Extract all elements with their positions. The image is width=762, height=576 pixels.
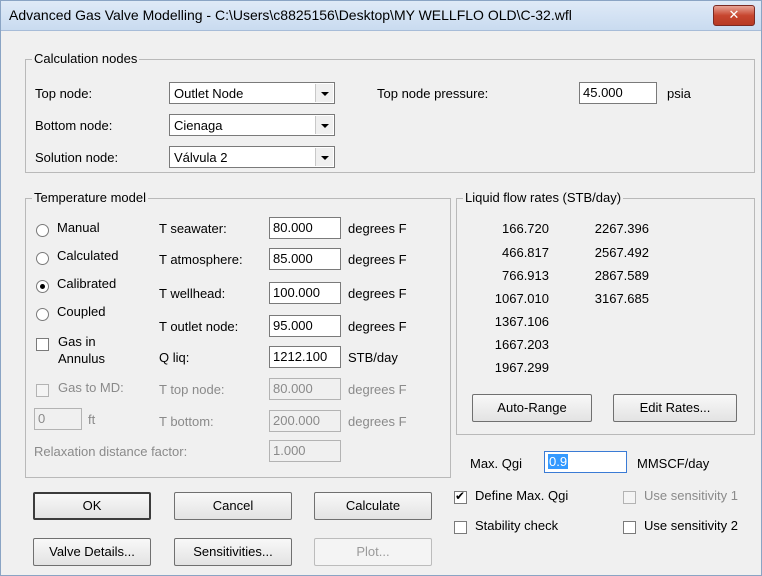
q-liq-unit: STB/day <box>348 350 398 365</box>
define-max-qgi-label[interactable]: Define Max. Qgi <box>475 488 568 503</box>
top-node-value: Outlet Node <box>174 86 244 101</box>
edit-rates-button[interactable]: Edit Rates... <box>613 394 737 422</box>
t-top-node-input[interactable]: 80.000 <box>269 378 341 400</box>
define-max-qgi-checkbox[interactable] <box>454 489 467 504</box>
t-outlet-node-label: T outlet node: <box>159 319 239 334</box>
gas-to-md-checkbox[interactable] <box>36 384 49 397</box>
valve-details-button[interactable]: Valve Details... <box>33 538 151 566</box>
t-bottom-label: T bottom: <box>159 414 214 429</box>
max-qgi-unit: MMSCF/day <box>637 456 710 471</box>
use-sensitivity-1-label: Use sensitivity 1 <box>644 488 738 503</box>
radio-manual[interactable] <box>36 224 49 237</box>
top-node-select[interactable]: Outlet Node <box>169 82 335 104</box>
gas-to-md-label: Gas to MD: <box>58 380 124 395</box>
stability-check-label[interactable]: Stability check <box>475 518 558 533</box>
t-wellhead-input[interactable]: 100.000 <box>269 282 341 304</box>
top-node-pressure-label: Top node pressure: <box>377 86 489 101</box>
gas-to-md-input[interactable]: 0 <box>34 408 82 430</box>
t-seawater-unit: degrees F <box>348 221 407 236</box>
max-qgi-value: 0.9 <box>548 454 569 469</box>
t-top-node-label: T top node: <box>159 382 225 397</box>
auto-range-button[interactable]: Auto-Range <box>472 394 592 422</box>
ok-button[interactable]: OK <box>33 492 151 520</box>
chevron-down-icon[interactable] <box>315 84 333 102</box>
t-seawater-label: T seawater: <box>159 221 227 236</box>
radio-calculated[interactable] <box>36 252 49 265</box>
plot-button[interactable]: Plot... <box>314 538 432 566</box>
q-liq-input[interactable]: 1212.100 <box>269 346 341 368</box>
chevron-down-icon[interactable] <box>315 116 333 134</box>
window-title: Advanced Gas Valve Modelling - C:\Users\… <box>9 7 572 23</box>
rate-value: 766.913 <box>502 268 549 283</box>
relaxation-distance-label: Relaxation distance factor: <box>34 444 188 459</box>
solution-node-label: Solution node: <box>35 150 119 165</box>
temperature-model-title: Temperature model <box>32 190 148 205</box>
q-liq-label: Q liq: <box>159 350 190 365</box>
rate-value: 1967.299 <box>494 360 549 375</box>
top-node-pressure-unit: psia <box>667 86 691 101</box>
calculate-button[interactable]: Calculate <box>314 492 432 520</box>
gas-in-annulus-label-2[interactable]: Annulus <box>58 351 105 366</box>
gas-to-md-unit: ft <box>88 412 96 427</box>
t-atmosphere-input[interactable]: 85.000 <box>269 248 341 270</box>
radio-coupled-label[interactable]: Coupled <box>57 304 105 319</box>
liquid-flow-rates-title: Liquid flow rates (STB/day) <box>463 190 624 205</box>
rate-value: 166.720 <box>502 221 549 236</box>
t-seawater-input[interactable]: 80.000 <box>269 217 341 239</box>
bottom-node-select[interactable]: Cienaga <box>169 114 335 136</box>
title-bar: Advanced Gas Valve Modelling - C:\Users\… <box>1 1 761 31</box>
radio-calibrated[interactable] <box>36 280 49 293</box>
use-sensitivity-2-label[interactable]: Use sensitivity 2 <box>644 518 738 533</box>
t-outlet-node-unit: degrees F <box>348 319 407 334</box>
use-sensitivity-1-checkbox[interactable] <box>623 491 636 504</box>
rate-value: 1067.010 <box>494 291 549 306</box>
rate-value: 466.817 <box>502 245 549 260</box>
radio-calibrated-label[interactable]: Calibrated <box>57 276 116 291</box>
cancel-button[interactable]: Cancel <box>174 492 292 520</box>
close-button[interactable]: ✕ <box>713 5 755 26</box>
t-top-node-unit: degrees F <box>348 382 407 397</box>
max-qgi-input[interactable]: 0.9 <box>544 451 627 473</box>
top-node-pressure-input[interactable]: 45.000 <box>579 82 657 104</box>
top-node-label: Top node: <box>35 86 93 101</box>
radio-manual-label[interactable]: Manual <box>57 220 100 235</box>
chevron-down-icon[interactable] <box>315 148 333 166</box>
rate-value: 3167.685 <box>594 291 649 306</box>
calculation-nodes-group: Calculation nodes <box>25 51 755 173</box>
use-sensitivity-2-checkbox[interactable] <box>623 521 636 534</box>
radio-calculated-label[interactable]: Calculated <box>57 248 118 263</box>
t-wellhead-label: T wellhead: <box>159 286 226 301</box>
solution-node-value: Válvula 2 <box>174 150 228 165</box>
t-atmosphere-label: T atmosphere: <box>159 252 243 267</box>
sensitivities-button[interactable]: Sensitivities... <box>174 538 292 566</box>
stability-check-checkbox[interactable] <box>454 521 467 534</box>
rate-value: 2567.492 <box>594 245 649 260</box>
t-outlet-node-input[interactable]: 95.000 <box>269 315 341 337</box>
rate-value: 1367.106 <box>494 314 549 329</box>
max-qgi-label: Max. Qgi <box>470 456 523 471</box>
rate-value: 2867.589 <box>594 268 649 283</box>
radio-coupled[interactable] <box>36 308 49 321</box>
t-bottom-input[interactable]: 200.000 <box>269 410 341 432</box>
rate-value: 1667.203 <box>494 337 549 352</box>
solution-node-select[interactable]: Válvula 2 <box>169 146 335 168</box>
rate-value: 2267.396 <box>594 221 649 236</box>
gas-in-annulus-label-1[interactable]: Gas in <box>58 334 96 349</box>
calculation-nodes-title: Calculation nodes <box>32 51 140 66</box>
bottom-node-label: Bottom node: <box>35 118 113 133</box>
gas-in-annulus-checkbox[interactable] <box>36 338 49 351</box>
t-atmosphere-unit: degrees F <box>348 252 407 267</box>
t-bottom-unit: degrees F <box>348 414 407 429</box>
relaxation-distance-input[interactable]: 1.000 <box>269 440 341 462</box>
dialog-window: Advanced Gas Valve Modelling - C:\Users\… <box>0 0 762 576</box>
bottom-node-value: Cienaga <box>174 118 223 133</box>
close-icon: ✕ <box>728 7 740 22</box>
t-wellhead-unit: degrees F <box>348 286 407 301</box>
